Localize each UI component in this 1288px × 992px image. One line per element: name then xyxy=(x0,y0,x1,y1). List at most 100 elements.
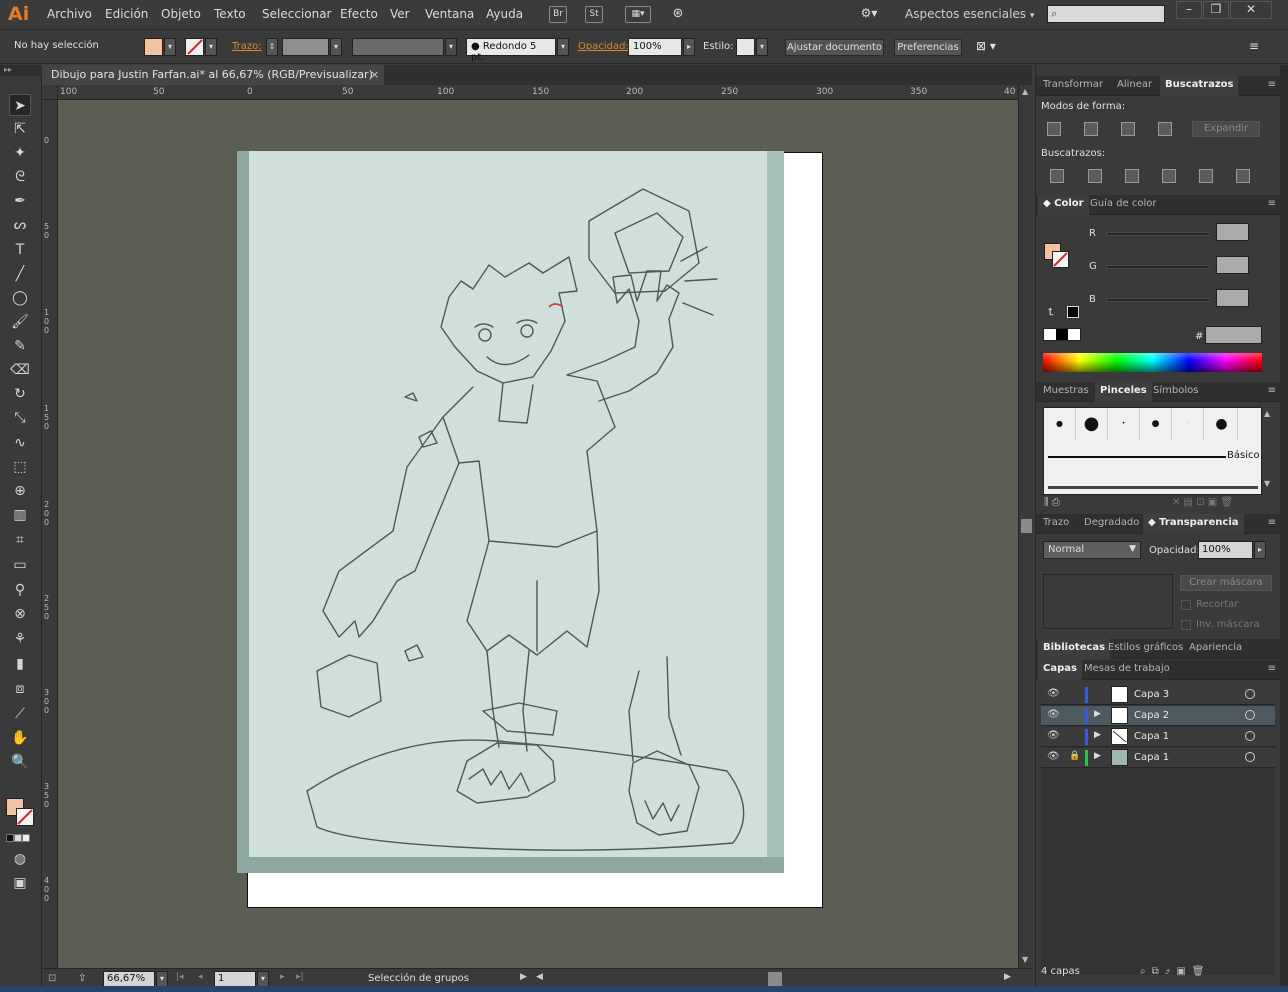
expand-button[interactable]: Expandir xyxy=(1192,121,1260,137)
hand-tool-icon[interactable]: ✋ xyxy=(9,727,31,749)
vertical-ruler[interactable]: 0 50 100 150 200 250 300 350 400 xyxy=(42,100,58,968)
lasso-tool-icon[interactable]: ᘓ xyxy=(9,166,31,188)
channel-r-value[interactable] xyxy=(1216,223,1249,241)
stroke-weight-field[interactable] xyxy=(282,38,329,56)
menu-efecto[interactable]: Efecto xyxy=(340,7,378,21)
variable-width-profile[interactable] xyxy=(352,38,444,56)
panel-menu-icon[interactable]: ≡ xyxy=(1268,517,1276,528)
layers-actions-icon[interactable]: ⌕⧉⤴▣🗑 xyxy=(1140,966,1210,977)
pencil-tool-icon[interactable]: ✎ xyxy=(9,335,31,357)
paintbrush-tool-icon[interactable]: 🖌 xyxy=(9,311,31,333)
menu-ventana[interactable]: Ventana xyxy=(425,7,474,21)
preferences-button[interactable]: Preferencias xyxy=(894,39,962,56)
artboard-tool-icon[interactable]: ⧈ xyxy=(9,678,31,700)
opacity-arrow[interactable]: ▸ xyxy=(1254,541,1266,559)
out-of-gamut-icon[interactable]: ⮤ xyxy=(1048,307,1054,318)
zoom-dropdown[interactable]: ▾ xyxy=(156,971,168,987)
fill-dropdown[interactable]: ▾ xyxy=(164,38,176,56)
tab-appearance[interactable]: Apariencia xyxy=(1189,642,1242,653)
magic-wand-tool-icon[interactable]: ✦ xyxy=(9,142,31,164)
expand-arrow-icon[interactable]: ▶ xyxy=(1094,730,1101,740)
brush-swatch[interactable]: • xyxy=(1108,408,1140,440)
gpu-performance-icon[interactable]: ⊛ xyxy=(669,6,687,23)
stroke-swatch[interactable] xyxy=(185,38,204,56)
crop-icon[interactable] xyxy=(1162,169,1176,183)
tab-transparency[interactable]: ◆ Transparencia xyxy=(1143,514,1244,534)
panel-menu-icon[interactable]: ≡ xyxy=(1249,39,1259,53)
screen-mode-icon[interactable]: ▣ xyxy=(9,872,31,894)
horizontal-ruler[interactable]: 100 50 0 50 100 150 200 250 300 350 40 xyxy=(58,85,1018,100)
shape-builder-tool-icon[interactable]: ⊕ xyxy=(9,480,31,502)
black-swatch[interactable] xyxy=(1067,306,1079,318)
fill-swatch[interactable] xyxy=(144,38,163,56)
channel-r-slider[interactable] xyxy=(1106,232,1210,236)
invert-mask-checkbox[interactable] xyxy=(1181,620,1191,630)
last-artboard-icon[interactable]: ▸| xyxy=(296,972,304,982)
symbol-sprayer-tool-icon[interactable]: ⚘ xyxy=(9,628,31,650)
scroll-down-icon[interactable]: ▼ xyxy=(1264,479,1270,488)
bridge-icon[interactable]: Br xyxy=(549,6,567,23)
expand-arrow-icon[interactable]: ▶ xyxy=(1094,751,1101,761)
channel-b-slider[interactable] xyxy=(1106,298,1210,302)
first-artboard-icon[interactable]: |◂ xyxy=(176,972,184,982)
menu-ayuda[interactable]: Ayuda xyxy=(486,7,523,21)
intersect-icon[interactable] xyxy=(1121,122,1135,136)
trim-icon[interactable] xyxy=(1088,169,1102,183)
zoom-field[interactable]: 66,67% xyxy=(103,971,155,987)
vertical-scrollbar[interactable]: ▲ ▼ xyxy=(1018,85,1033,968)
outline-icon[interactable] xyxy=(1199,169,1213,183)
type-tool-icon[interactable]: T xyxy=(9,239,31,261)
brush-swatch[interactable]: ● xyxy=(1140,408,1172,440)
perspective-grid-tool-icon[interactable]: ▥ xyxy=(9,504,31,526)
channel-b-value[interactable] xyxy=(1216,289,1249,307)
close-tab-icon[interactable]: × xyxy=(370,68,379,81)
artboard-number-field[interactable]: 1 xyxy=(214,971,256,987)
scroll-right-icon[interactable]: ▶ xyxy=(1004,972,1011,982)
layer-target-icon[interactable] xyxy=(1245,752,1255,762)
brush-swatch[interactable]: ● xyxy=(1206,408,1238,440)
tab-transform[interactable]: Transformar xyxy=(1043,79,1103,90)
tools-panel-handle[interactable]: ▸▸ xyxy=(0,65,42,76)
close-window-button[interactable]: ✕ xyxy=(1230,1,1272,19)
color-spectrum[interactable] xyxy=(1043,353,1262,372)
column-graph-tool-icon[interactable]: ▮ xyxy=(9,653,31,675)
tab-color[interactable]: ◆ Color xyxy=(1038,195,1089,215)
mesh-tool-icon[interactable]: ⌗ xyxy=(9,529,31,551)
unite-icon[interactable] xyxy=(1047,122,1061,136)
blend-mode-select[interactable]: Normal ▼ xyxy=(1043,541,1141,559)
artboard-dropdown[interactable]: ▾ xyxy=(257,971,269,987)
layer-row[interactable]: 👁 ▶ Capa 1 xyxy=(1041,727,1275,747)
tab-align[interactable]: Alinear xyxy=(1117,79,1152,90)
pen-tool-icon[interactable]: ✒ xyxy=(9,190,31,212)
brush-dropdown[interactable]: ▾ xyxy=(557,38,569,56)
scrollbar-thumb[interactable] xyxy=(1021,519,1032,533)
layer-target-icon[interactable] xyxy=(1245,731,1255,741)
brush-actions-icon[interactable]: ✕ ▤ ⊡ ▣ 🗑 xyxy=(1172,497,1233,508)
lock-icon[interactable]: 🔒 xyxy=(1069,751,1080,761)
previous-artboard-icon[interactable]: ◂ xyxy=(198,972,203,982)
layer-row[interactable]: 👁 ▶ Capa 2 xyxy=(1041,706,1275,726)
stroke-dropdown[interactable]: ▾ xyxy=(205,38,217,56)
share-icon[interactable]: ⇪ xyxy=(78,973,86,984)
visibility-eye-icon[interactable]: 👁 xyxy=(1047,688,1060,699)
stock-icon[interactable]: St xyxy=(585,6,603,23)
transparency-opacity-field[interactable]: 100% xyxy=(1198,541,1253,559)
horizontal-scroll-thumb[interactable] xyxy=(768,972,782,986)
brush-swatch[interactable]: ● xyxy=(1076,408,1108,440)
maximize-button[interactable]: ❐ xyxy=(1203,1,1229,19)
tab-artboards[interactable]: Mesas de trabajo xyxy=(1084,663,1170,674)
free-transform-tool-icon[interactable]: ⬚ xyxy=(9,456,31,478)
opacity-label[interactable]: Opacidad: xyxy=(578,41,629,52)
stroke-label[interactable]: Trazo: xyxy=(232,41,262,52)
scroll-down-icon[interactable]: ▼ xyxy=(1022,955,1028,964)
panel-menu-icon[interactable]: ≡ xyxy=(1268,663,1276,674)
selection-tool-icon[interactable]: ➤ xyxy=(9,94,31,116)
minus-back-icon[interactable] xyxy=(1236,169,1250,183)
panel-menu-icon[interactable]: ≡ xyxy=(1268,385,1276,396)
workspace-switcher[interactable]: Aspectos esenciales ▾ xyxy=(905,7,1034,21)
visibility-eye-icon[interactable]: 👁 xyxy=(1047,709,1060,720)
transform-icon[interactable]: ⊠ ▾ xyxy=(976,39,996,53)
color-mode-buttons[interactable] xyxy=(6,832,34,842)
line-tool-icon[interactable]: ╱ xyxy=(9,263,31,285)
brush-swatch[interactable]: ● xyxy=(1044,408,1076,440)
